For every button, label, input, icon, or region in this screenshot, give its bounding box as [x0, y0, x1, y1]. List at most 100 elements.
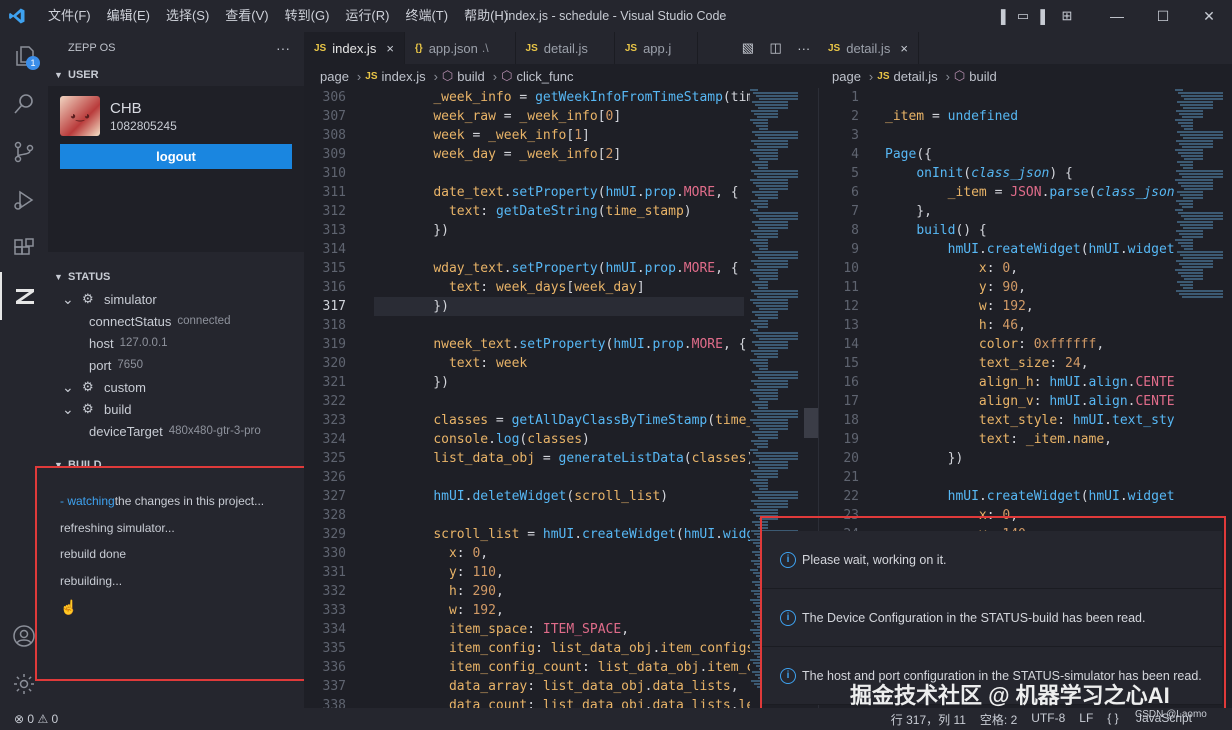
code-line[interactable]: week = _week_info[1]: [402, 126, 754, 145]
breadcrumb-item[interactable]: detail.js: [894, 69, 938, 84]
explorer-icon[interactable]: 1: [0, 32, 48, 80]
code-line[interactable]: [402, 392, 754, 411]
code-line[interactable]: x: 0,: [885, 506, 1175, 525]
code-line[interactable]: text_size: 24,: [885, 354, 1175, 373]
code-line[interactable]: console.log(classes): [402, 430, 754, 449]
code-line[interactable]: scroll_list = hmUI.createWidget(hmUI.wid…: [402, 525, 754, 544]
menu-item[interactable]: 文件(F): [40, 0, 99, 32]
code-line[interactable]: hmUI.createWidget(hmUI.widget: [885, 487, 1175, 506]
menu-item[interactable]: 终端(T): [397, 0, 456, 32]
breadcrumb-item[interactable]: page: [320, 69, 349, 84]
minimap[interactable]: [1175, 88, 1231, 318]
split-editor-icon[interactable]: ◫: [770, 40, 782, 56]
code-line[interactable]: }): [402, 297, 754, 316]
zepp-os-icon[interactable]: [0, 272, 48, 320]
indentation[interactable]: 空格: 2: [980, 711, 1017, 728]
code-line[interactable]: build() {: [885, 221, 1175, 240]
extensions-icon[interactable]: [0, 224, 48, 272]
cursor-position[interactable]: 行 317，列 11: [891, 711, 966, 728]
menu-item[interactable]: 编辑(E): [99, 0, 158, 32]
menu-item[interactable]: 选择(S): [158, 0, 217, 32]
code-line[interactable]: [885, 468, 1175, 487]
menu-item[interactable]: 运行(R): [337, 0, 397, 32]
status-tree-item[interactable]: ⌄ ⚙ custom: [48, 376, 304, 398]
code-line[interactable]: _item = JSON.parse(class_json: [885, 183, 1175, 202]
code-line[interactable]: align_h: hmUI.align.CENTE: [885, 373, 1175, 392]
breadcrumb-item[interactable]: build: [457, 69, 484, 84]
code-line[interactable]: wday_text.setProperty(hmUI.prop.MORE, {: [402, 259, 754, 278]
code-line[interactable]: }): [885, 449, 1175, 468]
minimize-button[interactable]: —: [1094, 8, 1140, 24]
user-section-header[interactable]: ▼ USER: [48, 64, 304, 86]
settings-gear-icon[interactable]: [0, 660, 48, 708]
status-tree-item[interactable]: connectStatus connected: [48, 310, 304, 332]
zepp-preview-icon[interactable]: ▧: [742, 40, 754, 56]
maximize-button[interactable]: ☐: [1140, 8, 1186, 25]
code-line[interactable]: [402, 164, 754, 183]
code-line[interactable]: hmUI.deleteWidget(scroll_list): [402, 487, 754, 506]
toggle-panel-icon[interactable]: ▭: [1012, 8, 1034, 24]
menu-item[interactable]: 查看(V): [217, 0, 276, 32]
code-line[interactable]: },: [885, 202, 1175, 221]
more-actions-icon[interactable]: ···: [797, 41, 810, 56]
encoding[interactable]: UTF-8: [1031, 711, 1065, 728]
breadcrumb-item[interactable]: page: [832, 69, 861, 84]
code-line[interactable]: h: 290,: [402, 582, 754, 601]
left-editor[interactable]: 306 307 308 309 310 311 312 313 314 315 316 317 318 3…: [304, 88, 818, 708]
run-debug-icon[interactable]: [0, 176, 48, 224]
code-line[interactable]: _item = undefined: [885, 107, 1175, 126]
status-tree-item[interactable]: ⌄ ⚙ simulator: [48, 288, 304, 310]
code-line[interactable]: hmUI.createWidget(hmUI.widget: [885, 240, 1175, 259]
editor-tab[interactable]: JS detail.js: [515, 32, 615, 64]
notification-toast[interactable]: i Please wait, working on it.: [762, 531, 1222, 589]
code-line[interactable]: [402, 468, 754, 487]
code-line[interactable]: text_style: hmUI.text_sty: [885, 411, 1175, 430]
status-tree-item[interactable]: ⌄ ⚙ build: [48, 398, 304, 420]
code-line[interactable]: [885, 88, 1175, 107]
code-line[interactable]: text: week_days[week_day]: [402, 278, 754, 297]
code-line[interactable]: item_space: ITEM_SPACE,: [402, 620, 754, 639]
breadcrumb-item[interactable]: build: [969, 69, 996, 84]
code-line[interactable]: color: 0xffffff,: [885, 335, 1175, 354]
scrollbar-thumb[interactable]: [804, 408, 818, 438]
code-line[interactable]: item_config_count: list_data_obj.item_c: [402, 658, 754, 677]
code-line[interactable]: text: _item.name,: [885, 430, 1175, 449]
code-line[interactable]: classes = getAllDayClassByTimeStamp(time…: [402, 411, 754, 430]
status-tree-item[interactable]: port 7650: [48, 354, 304, 376]
code-line[interactable]: week_raw = _week_info[0]: [402, 107, 754, 126]
editor-tab[interactable]: JS index.js ×: [304, 32, 405, 64]
code-line[interactable]: y: 110,: [402, 563, 754, 582]
breadcrumb-item[interactable]: click_func: [516, 69, 573, 84]
code-line[interactable]: onInit(class_json) {: [885, 164, 1175, 183]
customize-layout-icon[interactable]: ⊞: [1056, 8, 1078, 24]
breadcrumb-item[interactable]: index.js: [382, 69, 426, 84]
code-line[interactable]: list_data_obj = generateListData(classes…: [402, 449, 754, 468]
close-window-button[interactable]: ✕: [1186, 8, 1232, 25]
toggle-secondary-sidebar-icon[interactable]: ▌: [1034, 9, 1056, 24]
menu-item[interactable]: 帮助(H): [456, 0, 516, 32]
code-line[interactable]: }): [402, 221, 754, 240]
status-section-header[interactable]: ▼ STATUS: [48, 266, 304, 288]
code-area[interactable]: _week_info = getWeekInfoFromTimeStamp(ti…: [402, 88, 754, 708]
toggle-sidebar-icon[interactable]: ▐: [990, 9, 1012, 24]
code-line[interactable]: [402, 316, 754, 335]
code-line[interactable]: x: 0,: [885, 259, 1175, 278]
code-line[interactable]: date_text.setProperty(hmUI.prop.MORE, {: [402, 183, 754, 202]
editor-tab[interactable]: JS app.j: [614, 32, 699, 64]
editor-tab[interactable]: JS detail.js ×: [818, 32, 919, 64]
code-line[interactable]: y: 90,: [885, 278, 1175, 297]
close-tab-icon[interactable]: ×: [386, 41, 394, 56]
code-line[interactable]: [885, 126, 1175, 145]
account-icon[interactable]: [0, 612, 48, 660]
logout-button[interactable]: logout: [60, 144, 292, 169]
code-line[interactable]: Page({: [885, 145, 1175, 164]
code-line[interactable]: w: 192,: [885, 297, 1175, 316]
status-tree-item[interactable]: deviceTarget 480x480-gtr-3-pro: [48, 420, 304, 442]
close-tab-icon[interactable]: ×: [900, 41, 908, 56]
code-line[interactable]: w: 192,: [402, 601, 754, 620]
code-line[interactable]: }): [402, 373, 754, 392]
code-line[interactable]: item_config: list_data_obj.item_configs: [402, 639, 754, 658]
source-control-icon[interactable]: [0, 128, 48, 176]
build-section-header[interactable]: ▼ BUILD: [48, 454, 304, 476]
editor-tab[interactable]: {} app.json .\: [404, 32, 516, 64]
